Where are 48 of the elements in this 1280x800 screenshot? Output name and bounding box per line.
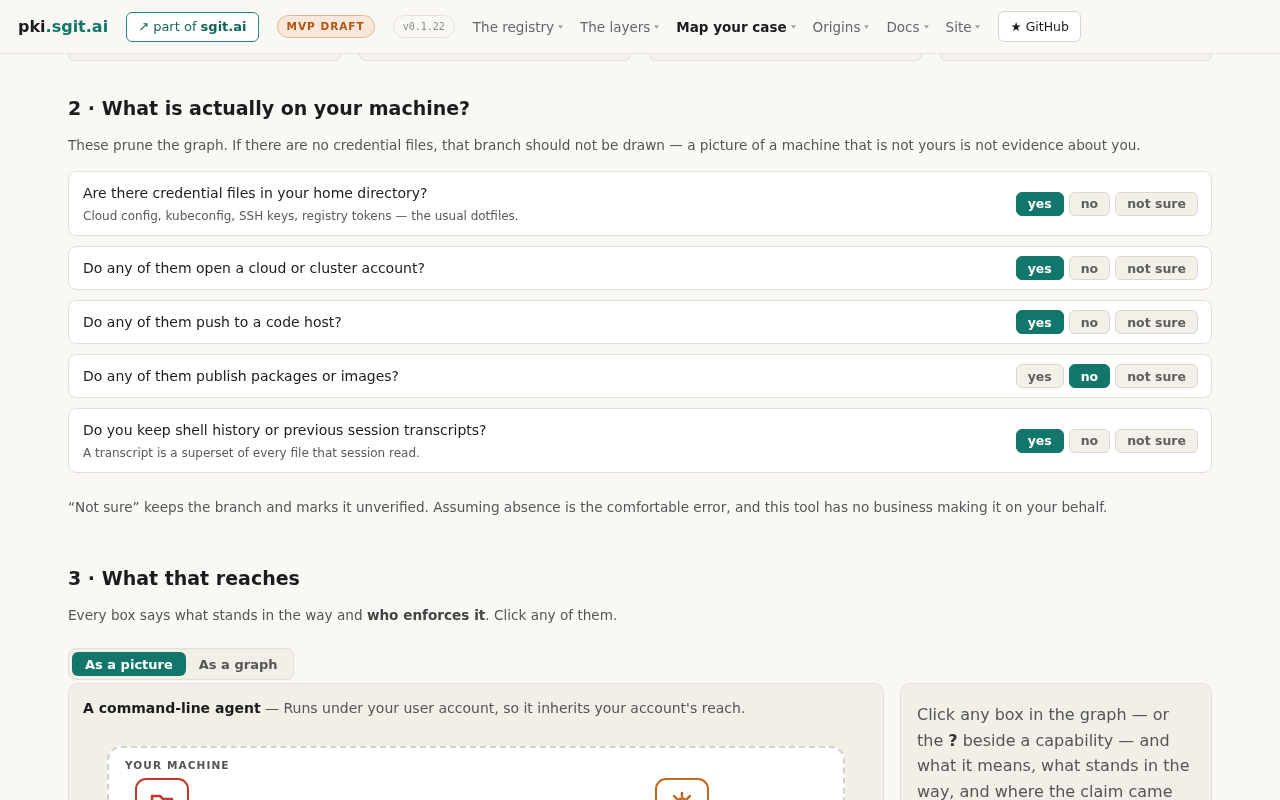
caret-icon — [923, 24, 929, 29]
answer-button[interactable]: no — [1068, 310, 1111, 334]
answer-button[interactable]: not sure — [1115, 310, 1198, 334]
note-text: “Not sure” keeps the branch and marks it unverified. Assuming absence is the comfortable error, and this tool has no business making it on your behalf. — [68, 498, 1108, 517]
answer-button[interactable]: yes — [1015, 364, 1064, 388]
question-hint: Cloud config, kubeconfig, SSH keys, registry tokens — the usual dotfiles. — [83, 208, 519, 224]
nav-menu-item[interactable]: Site — [945, 18, 981, 35]
answer-button[interactable]: not sure — [1115, 191, 1198, 216]
section-heading: 3 · What that reaches — [68, 566, 300, 590]
nav-menu-item[interactable]: Map your case — [676, 18, 796, 35]
view-tab[interactable]: As a graph — [185, 652, 291, 676]
answer-button[interactable]: yes — [1015, 428, 1064, 453]
answer-button[interactable]: yes — [1015, 256, 1064, 280]
caret-icon — [864, 24, 870, 29]
answer-button[interactable]: not sure — [1115, 364, 1198, 388]
answer-button[interactable]: no — [1068, 428, 1111, 453]
answer-button[interactable]: no — [1068, 364, 1111, 388]
view-tab[interactable]: As a picture — [72, 652, 186, 676]
answer-button[interactable]: no — [1068, 191, 1111, 216]
question-hint: A transcript is a superset of every file that session read. — [83, 445, 420, 461]
section-intro: Every box says what stands in the way and who enforces it. Click any of them. — [68, 606, 618, 625]
agent-summary: A command-line agent — Runs under your user account, so it inherits your account's reach. — [83, 699, 746, 718]
question-text: Do you keep shell history or previous session transcripts? — [83, 421, 487, 440]
nav-menu-item[interactable]: The registry — [472, 18, 563, 35]
question-text: Are there credential files in your home directory? — [83, 184, 428, 203]
caret-icon — [558, 24, 563, 29]
answer-button[interactable]: no — [1068, 256, 1111, 280]
site-logo[interactable]: pki.sgit.ai — [18, 17, 109, 36]
question-text: Do any of them open a cloud or cluster account? — [83, 259, 425, 278]
caret-icon — [975, 24, 981, 29]
question-text: Do any of them publish packages or images? — [83, 367, 399, 386]
nav-menu-item[interactable]: Origins — [812, 18, 870, 35]
section-heading: 2 · What is actually on your machine? — [68, 96, 471, 120]
answer-button[interactable]: yes — [1015, 191, 1064, 216]
section-intro: These prune the graph. If there are no credential files, that branch should not be drawn — a picture of a machine that is not yours is not evidence about you. — [68, 136, 1141, 155]
answer-button[interactable]: not sure — [1115, 256, 1198, 280]
nav-menu-item[interactable]: Docs — [886, 18, 929, 35]
machine-label: YOUR MACHINE — [125, 759, 230, 772]
nav-menu-item[interactable]: The layers — [580, 18, 660, 35]
caret-icon — [654, 24, 660, 29]
question-text: Do any of them push to a code host? — [83, 313, 342, 332]
caret-icon — [790, 24, 796, 29]
detail-hint-text: Click any box in the graph — or the ? beside a capability — and what it means, what stands in the way, and where the claim came — [917, 704, 1191, 800]
github-button[interactable]: ★ GitHub — [998, 11, 1081, 42]
parent-site-link[interactable]: ↗ part of sgit.ai — [126, 11, 259, 42]
answer-button[interactable]: not sure — [1115, 428, 1198, 453]
answer-button[interactable]: yes — [1015, 310, 1064, 334]
status-badge: MVP DRAFT — [276, 15, 375, 38]
